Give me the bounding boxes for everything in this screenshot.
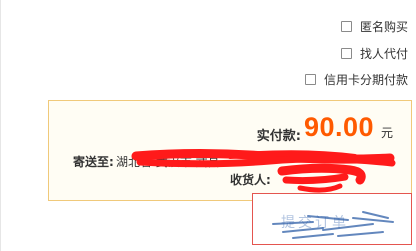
option-anonymous-label: 匿名购买 <box>359 20 408 34</box>
pay-label: 实付款: <box>256 129 301 144</box>
credit-installment-checkbox[interactable] <box>304 74 316 85</box>
option-credit-installment-label: 信用卡分期付款 <box>323 73 408 87</box>
receiver-label: 收货人: <box>230 173 271 187</box>
address-label: 寄送至: <box>73 155 114 169</box>
option-credit-installment[interactable]: 信用卡分期付款 <box>304 71 408 88</box>
option-proxy-pay[interactable]: 找人代付 <box>340 45 408 62</box>
option-proxy-pay-label: 找人代付 <box>359 47 408 61</box>
proxy-pay-checkbox[interactable] <box>340 48 352 59</box>
submit-scratch-marks <box>272 211 394 239</box>
submit-order-button[interactable]: 提交订单 <box>252 193 412 245</box>
page-edge <box>0 0 1 251</box>
anonymous-checkbox[interactable] <box>340 21 352 32</box>
option-anonymous[interactable]: 匿名购买 <box>340 18 408 35</box>
address-value: 湖北省 武汉市 武昌 <box>116 155 220 169</box>
pay-unit: 元 <box>381 126 394 140</box>
pay-amount: 90.00 <box>304 112 375 142</box>
